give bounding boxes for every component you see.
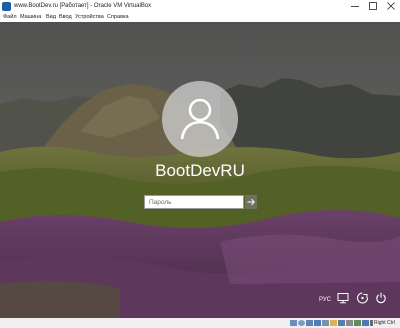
virtualbox-icon: [2, 2, 11, 11]
network-adapter-icon[interactable]: [314, 320, 321, 326]
accessibility-icon[interactable]: [356, 292, 369, 304]
audio-icon[interactable]: [306, 320, 313, 326]
password-input[interactable]: [145, 196, 241, 208]
title-bar[interactable]: www.BootDev.ru [Работает] - Oracle VM Vi…: [0, 0, 400, 13]
virtualbox-window: www.BootDev.ru [Работает] - Oracle VM Vi…: [0, 0, 400, 328]
power-icon[interactable]: [375, 292, 387, 304]
minimize-icon: [351, 6, 359, 7]
menu-view[interactable]: Вид: [46, 13, 56, 22]
password-field[interactable]: [144, 195, 244, 209]
network-icon[interactable]: [337, 292, 349, 304]
display-icon[interactable]: [338, 320, 345, 326]
user-avatar: [162, 81, 238, 157]
close-icon: [387, 2, 395, 10]
menu-bar: Файл Машина Вид Ввод Устройства Справка: [0, 13, 400, 22]
hard-disk-icon[interactable]: [290, 320, 297, 326]
optical-drive-icon[interactable]: [298, 320, 305, 326]
status-bar: Right Ctrl: [0, 318, 400, 328]
arrow-right-icon: [247, 198, 255, 206]
submit-button[interactable]: [245, 195, 257, 209]
menu-file[interactable]: Файл: [3, 13, 17, 22]
maximize-button[interactable]: [365, 0, 381, 12]
username-label: BootDevRU: [155, 161, 245, 180]
menu-machine[interactable]: Машина: [20, 13, 41, 22]
usb-icon[interactable]: [322, 320, 329, 326]
menu-devices[interactable]: Устройства: [75, 13, 104, 22]
maximize-icon: [369, 2, 377, 10]
vm-display[interactable]: BootDevRU РУС: [0, 22, 400, 318]
keyboard-icon[interactable]: [362, 320, 369, 326]
close-button[interactable]: [383, 0, 399, 12]
window-title: www.BootDev.ru [Работает] - Oracle VM Vi…: [14, 3, 152, 9]
language-indicator[interactable]: РУС: [319, 296, 331, 304]
menu-help[interactable]: Справка: [107, 13, 129, 22]
cpu-icon: [370, 320, 373, 326]
menu-input[interactable]: Ввод: [59, 13, 72, 22]
minimize-button[interactable]: [347, 0, 363, 12]
host-key-label: Right Ctrl: [374, 320, 395, 326]
user-icon: [180, 98, 220, 140]
shared-folders-icon[interactable]: [330, 320, 337, 326]
mouse-integration-icon[interactable]: [354, 320, 361, 326]
video-capture-icon[interactable]: [346, 320, 353, 326]
